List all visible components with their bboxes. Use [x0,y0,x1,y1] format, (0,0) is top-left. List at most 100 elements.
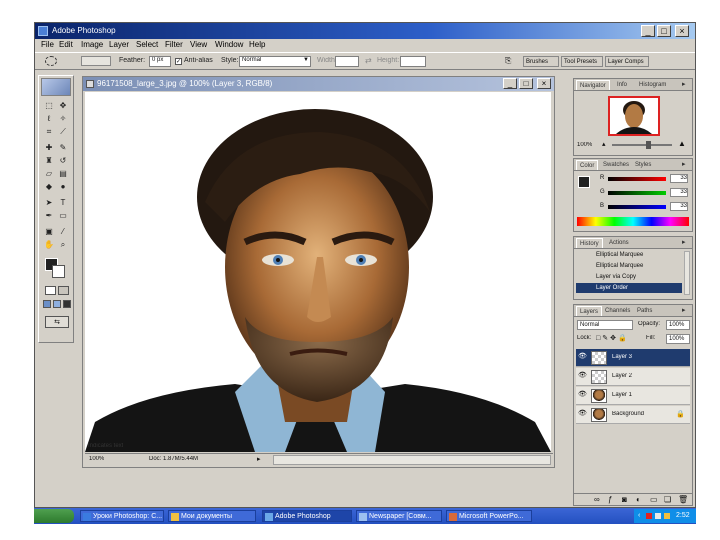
history-item[interactable]: Elliptical Marquee [576,261,682,271]
magic-wand-tool-icon[interactable]: ✧ [57,113,69,124]
zoom-level[interactable]: 100% [89,456,104,462]
trash-icon[interactable]: 🗑 [678,495,688,504]
history-brush-tool-icon[interactable]: ↺ [57,155,69,166]
taskbar-item-active[interactable]: Adobe Photoshop [262,510,352,522]
tray-network-icon[interactable] [655,513,661,519]
clone-stamp-tool-icon[interactable]: ♜ [43,155,55,166]
history-item[interactable]: Elliptical Marquee [576,250,682,260]
palette-well-icon[interactable]: ⎘ [505,56,511,66]
blue-slider[interactable] [608,205,666,209]
zoom-out-icon[interactable]: ▴ [602,140,606,148]
fill-input[interactable]: 100% [666,334,690,344]
move-tool-icon[interactable]: ✥ [57,100,69,111]
jump-to-imageready-icon[interactable]: ⇆ [45,316,69,328]
minimize-button[interactable]: _ [641,25,655,37]
taskbar-item[interactable]: Уроки Photoshop: С... [80,510,164,522]
maximize-button[interactable]: □ [657,25,671,37]
menu-layer[interactable]: Layer [109,40,129,49]
menu-window[interactable]: Window [215,40,243,49]
tab-histogram[interactable]: Histogram [636,80,669,90]
history-item[interactable]: Layer via Copy [576,272,682,282]
status-menu-arrow-icon[interactable]: ▸ [257,455,261,463]
brush-tool-icon[interactable]: ✎ [57,142,69,153]
menu-view[interactable]: View [190,40,207,49]
lock-options-icons[interactable]: □✎✥🔒 [596,334,629,342]
tab-paths[interactable]: Paths [634,306,655,316]
tray-arrow-icon[interactable]: ‹ [638,509,640,523]
marquee-tool-icon[interactable]: ⬚ [43,100,55,111]
zoom-tool-icon[interactable]: ⌕ [57,239,69,250]
layer-row-selected[interactable]: 👁 Layer 3 [576,349,690,367]
marquee-tool-preset-icon[interactable] [45,56,57,66]
eye-icon[interactable]: 👁 [578,372,587,380]
red-value[interactable]: 33 [670,174,688,183]
horizontal-scrollbar[interactable] [273,455,551,465]
panel-menu-icon[interactable]: ▸ [682,161,690,168]
title-bar[interactable]: Adobe Photoshop _ □ × [35,23,695,39]
gradient-tool-icon[interactable]: ▤ [57,168,69,179]
blend-mode-select[interactable]: Normal [577,320,633,330]
zoom-slider-track[interactable] [612,144,672,146]
style-select[interactable]: Normal [239,56,311,67]
tab-layers[interactable]: Layers [576,306,603,316]
dodge-tool-icon[interactable]: ● [57,181,69,192]
history-scrollbar[interactable] [684,251,690,295]
tab-channels[interactable]: Channels [602,306,633,316]
palette-tab-tool-presets[interactable]: Tool Presets [561,56,603,67]
document-title-bar[interactable]: 96171508_large_3.jpg @ 100% (Layer 3, RG… [83,77,554,91]
layer-row[interactable]: 👁 Layer 2 [576,368,690,386]
taskbar-item[interactable]: Microsoft PowerPo... [446,510,532,522]
layer-row[interactable]: 👁 Background 🔒 [576,406,690,424]
eye-icon[interactable]: 👁 [578,410,587,418]
lasso-tool-icon[interactable]: ℓ [43,113,55,124]
pen-tool-icon[interactable]: ✒ [43,210,55,221]
taskbar-item[interactable]: Newspaper [Совм... [356,510,442,522]
path-selection-tool-icon[interactable]: ➤ [43,197,55,208]
photoshop-feather-logo[interactable] [41,78,71,96]
zoom-slider-thumb[interactable] [646,141,651,149]
slice-tool-icon[interactable]: ⟋ [57,126,69,137]
navigator-zoom-value[interactable]: 100% [577,142,592,148]
blur-tool-icon[interactable]: ◆ [43,181,55,192]
standard-mode-icon[interactable] [45,286,56,295]
menu-file[interactable]: File [41,40,54,49]
palette-tab-brushes[interactable]: Brushes [523,56,559,67]
tab-history[interactable]: History [576,238,603,248]
new-layer-icon[interactable]: ❏ [664,495,671,504]
new-group-icon[interactable]: ▭ [650,495,658,504]
tab-swatches[interactable]: Swatches [600,160,632,170]
tray-volume-icon[interactable] [664,513,670,519]
history-item-selected[interactable]: Layer Order [576,283,682,293]
eraser-tool-icon[interactable]: ▱ [43,168,55,179]
doc-minimize-button[interactable]: _ [503,78,517,89]
panel-menu-icon[interactable]: ▸ [682,81,690,88]
width-input[interactable] [335,56,359,67]
doc-maximize-button[interactable]: □ [519,78,533,89]
notes-tool-icon[interactable]: ▣ [43,226,55,237]
swap-icon[interactable]: ⇄ [365,56,372,65]
panel-menu-icon[interactable]: ▸ [682,307,690,314]
menu-image[interactable]: Image [81,40,103,49]
tab-styles[interactable]: Styles [632,160,654,170]
layer-style-icon[interactable]: ƒ [608,495,612,504]
adjustment-layer-icon[interactable]: ◐ [636,495,641,504]
opacity-input[interactable]: 100% [666,320,690,330]
eye-icon[interactable]: 👁 [578,391,587,399]
tab-actions[interactable]: Actions [606,238,632,248]
tab-color[interactable]: Color [576,160,599,170]
tray-antivirus-icon[interactable] [646,513,652,519]
green-slider[interactable] [608,191,666,195]
crop-tool-icon[interactable]: ⌗ [43,126,55,137]
eye-icon[interactable]: 👁 [578,353,587,361]
antialias-checkbox[interactable]: ✓ [175,58,182,65]
eyedropper-tool-icon[interactable]: ⁄ [57,226,69,237]
selection-mode-buttons[interactable] [81,56,111,66]
healing-brush-tool-icon[interactable]: ✚ [43,142,55,153]
menu-select[interactable]: Select [136,40,158,49]
color-foreground-swatch[interactable] [578,176,590,188]
hand-tool-icon[interactable]: ✋ [43,239,55,250]
menu-help[interactable]: Help [249,40,265,49]
start-button[interactable] [34,509,74,523]
menu-edit[interactable]: Edit [59,40,73,49]
tab-navigator[interactable]: Navigator [576,80,610,90]
